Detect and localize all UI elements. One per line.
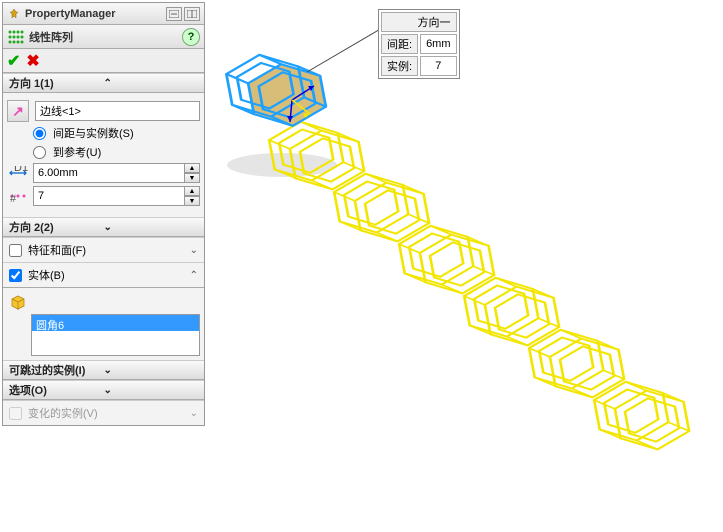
callout-count-label: 实例: — [381, 56, 418, 76]
count-icon: # — [7, 186, 29, 206]
bodies-checkbox[interactable] — [9, 269, 22, 282]
cancel-button[interactable]: ✖ — [26, 51, 39, 71]
bodies-label: 实体(B) — [28, 267, 65, 283]
svg-text:#: # — [10, 193, 17, 203]
count-input[interactable] — [33, 186, 184, 206]
seed-body[interactable] — [223, 49, 328, 132]
edge-selection-field[interactable] — [35, 101, 200, 121]
graphics-viewport[interactable] — [207, 0, 723, 529]
solid-body-icon — [9, 293, 27, 311]
panel-button-2[interactable] — [184, 7, 200, 21]
bodies-listbox[interactable]: 圆角6 — [31, 314, 200, 356]
count-down-button[interactable]: ▼ — [184, 196, 200, 206]
spacing-count-radio[interactable] — [33, 127, 46, 140]
to-reference-label: 到参考(U) — [53, 144, 101, 160]
spacing-count-radio-row: 间距与实例数(S) — [33, 125, 200, 141]
feature-title-row: 线性阵列 ? — [3, 25, 204, 49]
bodies-header: 实体(B) ⌃ — [3, 262, 204, 288]
count-spinner: ▲▼ — [33, 186, 200, 206]
callout-spacing-value[interactable]: 6mm — [420, 34, 456, 54]
reverse-direction-button[interactable]: ↗ — [7, 100, 29, 122]
bodies-body: 圆角6 — [3, 288, 204, 360]
chevron-down-icon: ⌄ — [104, 222, 199, 233]
chevron-down-icon: ⌄ — [104, 365, 199, 376]
panel-button-1[interactable] — [166, 7, 182, 21]
to-reference-radio[interactable] — [33, 146, 46, 159]
linear-pattern-icon — [7, 28, 25, 46]
list-item[interactable]: 圆角6 — [32, 315, 199, 331]
chevron-down-icon: ⌄ — [190, 408, 198, 419]
callout-count-value[interactable]: 7 — [420, 56, 456, 76]
skip-instances-header[interactable]: 可跳过的实例(I) ⌄ — [3, 360, 204, 380]
chevron-down-icon[interactable]: ⌄ — [190, 245, 198, 256]
pushpin-icon — [7, 7, 21, 21]
feature-name: 线性阵列 — [29, 29, 182, 45]
spacing-icon: D1 — [7, 163, 29, 183]
callout-direction-label: 方向一 — [381, 12, 457, 32]
features-faces-row: 特征和面(F) ⌄ — [3, 237, 204, 262]
property-manager-panel: PropertyManager 线性阵列 ? ✔ ✖ 方向 1(1) ⌃ ↗ 间… — [2, 2, 205, 426]
direction1-body: ↗ 间距与实例数(S) 到参考(U) D1 ▲▼ # ▲▼ — [3, 93, 204, 217]
to-reference-radio-row: 到参考(U) — [33, 144, 200, 160]
varied-instances-row: 变化的实例(V) ⌄ — [3, 400, 204, 425]
pattern-callout[interactable]: 方向一 间距:6mm 实例:7 — [378, 9, 460, 79]
callout-leader — [307, 28, 382, 72]
help-icon[interactable]: ? — [182, 28, 200, 46]
confirm-row: ✔ ✖ — [3, 49, 204, 73]
ok-button[interactable]: ✔ — [7, 51, 20, 71]
chevron-up-icon[interactable]: ⌃ — [190, 270, 198, 281]
direction-arrow-icon: ↗ — [12, 103, 24, 120]
chevron-up-icon: ⌃ — [104, 78, 199, 89]
direction1-header[interactable]: 方向 1(1) ⌃ — [3, 73, 204, 93]
svg-text:D1: D1 — [14, 166, 28, 174]
direction2-header[interactable]: 方向 2(2) ⌄ — [3, 217, 204, 237]
spacing-down-button[interactable]: ▼ — [184, 173, 200, 183]
spacing-up-button[interactable]: ▲ — [184, 163, 200, 173]
features-faces-checkbox[interactable] — [9, 244, 22, 257]
spacing-count-label: 间距与实例数(S) — [53, 125, 134, 141]
pm-title: PropertyManager — [25, 8, 164, 20]
features-faces-label: 特征和面(F) — [28, 242, 86, 258]
spacing-spinner: ▲▼ — [33, 163, 200, 183]
chevron-down-icon: ⌄ — [104, 385, 199, 396]
varied-instances-checkbox — [9, 407, 22, 420]
options-header[interactable]: 选项(O) ⌄ — [3, 380, 204, 400]
spacing-input[interactable] — [33, 163, 184, 183]
varied-instances-label: 变化的实例(V) — [28, 405, 98, 421]
pm-header: PropertyManager — [3, 3, 204, 25]
count-up-button[interactable]: ▲ — [184, 186, 200, 196]
callout-spacing-label: 间距: — [381, 34, 418, 54]
